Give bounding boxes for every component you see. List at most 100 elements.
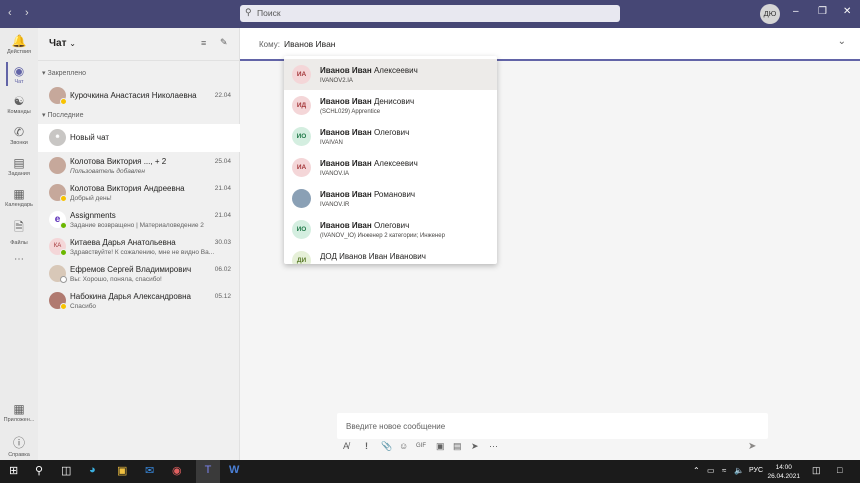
name-rest: Олегович — [371, 221, 410, 230]
more-icon[interactable]: ⋯ — [489, 441, 498, 452]
chat-item[interactable]: Колотова Виктория ..., + 2 Пользователь д… — [38, 152, 240, 180]
chat-preview: Здравствуйте! К сожалению, мне не видно … — [70, 249, 215, 256]
to-label: Кому: — [259, 40, 280, 49]
meet-now-icon[interactable]: ◫ — [812, 465, 821, 476]
tray-chevron-icon[interactable]: ⌃ — [693, 466, 700, 475]
minimize-icon[interactable]: – — [793, 6, 799, 17]
suggestion-item[interactable]: ИА Иванов Иван Алексеевич IVANOV.IA — [284, 152, 497, 183]
filter-icon[interactable]: ≡ — [201, 38, 206, 48]
suggestion-item[interactable]: ДИ ДОД Иванов Иван Иванович — [284, 245, 497, 264]
rail-assignments[interactable]: ▤ Задания — [0, 156, 38, 177]
name-rest: Алексеевич — [371, 159, 418, 168]
format-icon[interactable]: A̸ — [343, 441, 349, 451]
chat-preview: Пользователь добавлен — [70, 168, 145, 175]
task-view-icon[interactable]: ◫ — [61, 464, 71, 477]
chat-date: 25.04 — [214, 158, 231, 165]
clock[interactable]: 14:00 26.04.2021 — [767, 463, 800, 481]
chat-preview: Спасибо — [70, 303, 97, 310]
chat-item[interactable]: Колотова Виктория Андреевна Добрый день! 2… — [38, 179, 240, 207]
volume-icon[interactable]: 🔈 — [734, 466, 744, 475]
rail-calls[interactable]: ✆ Звонки — [0, 125, 38, 146]
chat-item[interactable]: КА Китаева Дарья Анатольевна Здравствуйте!… — [38, 233, 240, 261]
chat-item[interactable]: Курочкина Анастасия Николаевна 22.04 — [38, 82, 240, 110]
rail-label: Чат — [14, 79, 24, 85]
avatar — [292, 189, 311, 208]
new-chat-icon[interactable]: ✎ — [220, 37, 228, 48]
to-input[interactable]: Иванов Иван — [284, 39, 336, 49]
chat-preview: Вы: Хорошо, поняла, спасибо! — [70, 276, 162, 283]
battery-icon[interactable]: ▭ — [707, 466, 715, 475]
rail-help[interactable]: ⓘ Справка — [0, 434, 38, 458]
chat-name: Ефремов Сергей Владимирович — [70, 265, 192, 274]
suggestion-name: Иванов Иван Олегович — [320, 221, 409, 230]
suggestion-item[interactable]: ИО Иванов Иван Олегович IVAIVAN — [284, 121, 497, 152]
chat-name: Новый чат — [70, 133, 110, 142]
rail-calendar[interactable]: ▦ Календарь — [0, 187, 38, 208]
rail-label: Действия — [6, 49, 32, 55]
rail-files[interactable]: 🗎 Файлы — [0, 218, 38, 246]
pinned-section[interactable]: ▾ Закреплено — [42, 69, 86, 77]
suggestion-detail: IVAIVAN — [320, 140, 343, 146]
mail-icon[interactable]: ✉ — [145, 464, 154, 477]
stream-icon[interactable]: ➤ — [471, 441, 479, 452]
more-apps-button[interactable]: ⋯ — [0, 254, 38, 265]
suggestion-item[interactable]: ИО Иванов Иван Олегович (IVANOV_IO) Инже… — [284, 214, 497, 245]
rail-label: Приложен... — [3, 417, 35, 423]
avatar — [49, 157, 66, 174]
search-input[interactable]: ⚲ Поиск — [240, 5, 620, 22]
emoji-icon[interactable]: ☺ — [399, 441, 408, 451]
rail-label: Команды — [7, 109, 31, 115]
rail-label: Справка — [8, 452, 30, 458]
rail-label: Звонки — [10, 140, 28, 146]
suggestion-name: Иванов Иван Романович — [320, 190, 415, 199]
notifications-icon[interactable]: □ — [837, 465, 842, 475]
name-match: Иванов Иван — [320, 97, 372, 106]
backpack-icon: ▤ — [13, 156, 25, 170]
chat-item[interactable]: e Assignments Задание возвращено | Материа… — [38, 206, 240, 234]
rail-label: Файлы — [10, 240, 28, 246]
search-icon[interactable]: ⚲ — [35, 464, 43, 477]
suggestion-item[interactable]: ИД Иванов Иван Денисович (SCHL029) Appre… — [284, 90, 497, 121]
explorer-icon[interactable]: ▣ — [117, 464, 127, 477]
bell-icon: 🔔 — [11, 34, 27, 48]
chat-item[interactable]: Набокина Дарья Александровна Спасибо 05.12 — [38, 287, 240, 315]
edge-icon[interactable]: ◕ — [89, 464, 96, 476]
meeting-icon[interactable]: ▤ — [453, 441, 462, 452]
suggestion-item[interactable]: ИА Иванов Иван Алексеевич IVANOV2.IA — [284, 59, 497, 90]
chevron-down-icon[interactable]: ⌄ — [838, 36, 846, 47]
attach-icon[interactable]: 📎 — [381, 441, 392, 452]
message-input[interactable]: Введите новое сообщение — [337, 413, 768, 439]
teams-taskbar-icon[interactable]: T — [196, 460, 220, 483]
language-indicator[interactable]: РУС — [749, 467, 763, 474]
sticker-icon[interactable]: ▣ — [436, 441, 445, 452]
close-icon[interactable]: ✕ — [843, 6, 851, 17]
rail-teams[interactable]: ☯ Команды — [0, 94, 38, 115]
suggestion-detail: (SCHL029) Apprentice — [320, 109, 381, 115]
avatar[interactable]: ДЮ — [760, 4, 780, 24]
send-icon[interactable]: ➤ — [748, 441, 756, 452]
suggestion-item[interactable]: Иванов Иван Романович IVANOV.IR — [284, 183, 497, 214]
priority-icon[interactable]: ! — [365, 441, 368, 451]
name-match: Иванов Иван — [320, 66, 372, 75]
new-chat-item[interactable]: ☻ Новый чат — [38, 124, 240, 152]
back-icon[interactable]: ‹ — [8, 7, 12, 19]
windows-icon[interactable]: ⊞ — [9, 464, 18, 477]
maximize-icon[interactable]: ❐ — [818, 6, 827, 17]
rail-apps[interactable]: ▦ Приложен... — [0, 402, 38, 423]
wifi-icon[interactable]: ≈ — [722, 466, 726, 475]
search-icon: ⚲ — [245, 7, 252, 17]
name-rest: Олегович — [371, 128, 410, 137]
chat-item[interactable]: Ефремов Сергей Владимирович Вы: Хорошо, п… — [38, 260, 240, 288]
section-label: Последние — [47, 112, 84, 119]
word-icon[interactable]: W — [229, 464, 239, 476]
message-placeholder: Введите новое сообщение — [346, 422, 446, 431]
suggestion-detail: IVANOV2.IA — [320, 78, 353, 84]
chat-title[interactable]: Чат ⌄ — [49, 38, 76, 49]
forward-icon[interactable]: › — [25, 7, 29, 19]
gif-icon[interactable]: GIF — [416, 443, 426, 449]
chat-date: 05.12 — [214, 293, 231, 300]
recent-section[interactable]: ▾ Последние — [42, 111, 83, 119]
rail-activity[interactable]: 🔔 Действия — [0, 34, 38, 55]
avatar: ДИ — [292, 251, 311, 264]
paint-icon[interactable]: ◉ — [172, 464, 182, 477]
